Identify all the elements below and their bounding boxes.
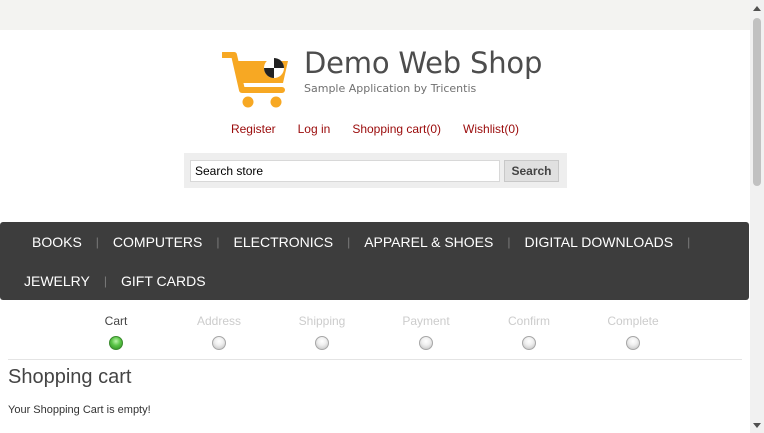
search-box: Search — [184, 153, 567, 188]
menu-item-digital-downloads[interactable]: DIGITAL DOWNLOADS — [525, 234, 674, 250]
shopping-cart-logo-icon — [222, 52, 288, 108]
top-menu-row-1: BOOKS | COMPUTERS | ELECTRONICS | APPARE… — [32, 222, 704, 261]
step-label: Payment — [402, 314, 450, 328]
step-inactive-dot-icon — [522, 336, 536, 350]
shopping-cart-link[interactable]: Shopping cart(0) — [352, 122, 441, 136]
step-confirm: Confirm — [479, 314, 579, 355]
search-button[interactable]: Search — [504, 159, 559, 182]
step-label: Shipping — [298, 314, 346, 328]
login-link[interactable]: Log in — [298, 122, 331, 136]
menu-item-books[interactable]: BOOKS — [32, 234, 82, 250]
step-payment: Payment — [376, 314, 476, 355]
section-divider — [8, 359, 742, 360]
menu-separator: | — [347, 234, 351, 249]
site-logo[interactable]: Demo Web Shop Sample Application by Tric… — [222, 46, 543, 110]
scroll-down-arrow-icon[interactable] — [750, 417, 764, 433]
step-inactive-dot-icon — [419, 336, 433, 350]
site-subtitle: Sample Application by Tricentis — [304, 82, 477, 95]
top-menu-row-2: JEWELRY | GIFT CARDS — [24, 261, 206, 300]
scrollbar-thumb[interactable] — [753, 18, 761, 186]
step-label: Confirm — [507, 314, 550, 328]
step-label: Address — [196, 314, 242, 328]
step-complete: Complete — [583, 314, 683, 355]
site-title: Demo Web Shop — [304, 46, 543, 80]
page-title: Shopping cart — [8, 366, 132, 388]
checkout-progress: Cart Address Shipping Payment Confirm Co… — [0, 314, 750, 354]
step-inactive-dot-icon — [626, 336, 640, 350]
wishlist-link[interactable]: Wishlist(0) — [463, 122, 519, 136]
scroll-up-arrow-icon[interactable] — [750, 0, 764, 16]
step-address: Address — [169, 314, 269, 355]
register-link[interactable]: Register — [231, 122, 276, 136]
search-input[interactable] — [190, 159, 500, 182]
empty-cart-message: Your Shopping Cart is empty! — [8, 404, 151, 416]
step-shipping: Shipping — [272, 314, 372, 355]
menu-item-computers[interactable]: COMPUTERS — [113, 234, 202, 250]
header-links: Register Log in Shopping cart(0) Wishlis… — [0, 122, 750, 136]
menu-separator: | — [507, 234, 511, 249]
menu-item-jewelry[interactable]: JEWELRY — [24, 273, 90, 289]
menu-separator: | — [216, 234, 220, 249]
vertical-scrollbar[interactable] — [750, 0, 764, 433]
step-inactive-dot-icon — [315, 336, 329, 350]
browser-top-strip — [0, 0, 750, 30]
step-label: Cart — [104, 314, 128, 328]
menu-separator: | — [95, 234, 99, 249]
menu-separator: | — [687, 234, 691, 249]
step-inactive-dot-icon — [212, 336, 226, 350]
step-cart[interactable]: Cart — [66, 314, 166, 355]
menu-item-electronics[interactable]: ELECTRONICS — [234, 234, 334, 250]
step-active-dot-icon — [109, 336, 123, 350]
menu-separator: | — [103, 273, 107, 288]
top-menu: BOOKS | COMPUTERS | ELECTRONICS | APPARE… — [0, 222, 749, 300]
menu-item-apparel-shoes[interactable]: APPAREL & SHOES — [364, 234, 493, 250]
step-label: Complete — [607, 314, 659, 328]
menu-item-gift-cards[interactable]: GIFT CARDS — [121, 273, 206, 289]
